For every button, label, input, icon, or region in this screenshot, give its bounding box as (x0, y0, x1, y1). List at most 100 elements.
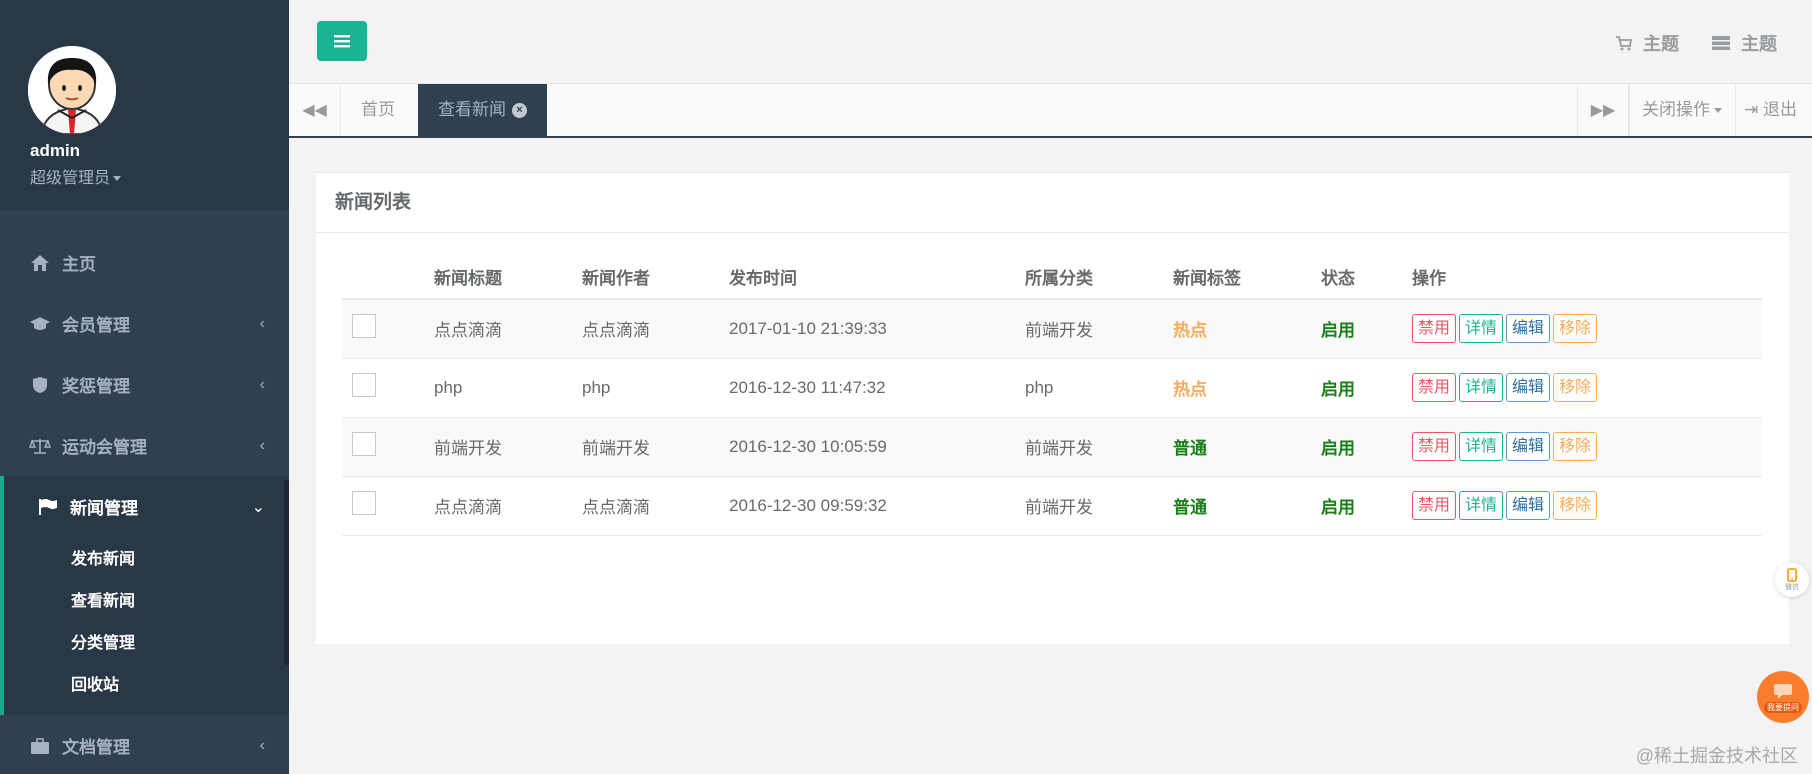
row-checkbox[interactable] (352, 373, 376, 397)
sidebar-item-rewards[interactable]: 奖惩管理 ‹ (0, 354, 289, 415)
sidebar-item-label: 主页 (62, 255, 96, 274)
cell-title: 前端开发 (434, 417, 582, 477)
sign-out-icon: ⇥ (1744, 100, 1759, 119)
mobile-float-button[interactable]: 微信 (1775, 563, 1809, 597)
sidebar-item-label: 新闻管理 (70, 499, 138, 518)
header-author[interactable]: 新闻作者 (582, 255, 729, 300)
detail-button[interactable]: 详情 (1459, 373, 1504, 402)
cell-status: 启用 (1321, 299, 1412, 359)
remove-button[interactable]: 移除 (1553, 432, 1598, 461)
row-checkbox[interactable] (352, 432, 376, 456)
ban-button[interactable]: 禁用 (1412, 373, 1457, 402)
cell-time: 2016-12-30 11:47:32 (729, 358, 1025, 418)
chevron-left-icon: ‹ (259, 314, 265, 332)
tab-view-news[interactable]: 查看新闻 × (418, 84, 547, 136)
table-row: 点点滴滴 点点滴滴 2016-12-30 09:59:32 前端开发 普通 启用… (342, 476, 1762, 536)
theme-link-list[interactable]: 主题 (1711, 30, 1777, 56)
sidebar-item-members[interactable]: 会员管理 ‹ (0, 293, 289, 354)
cell-category: 前端开发 (1025, 476, 1173, 536)
header-time[interactable]: 发布时间 (729, 255, 1025, 300)
avatar[interactable] (28, 46, 116, 134)
table-row: php php 2016-12-30 11:47:32 php 热点 启用 禁用… (342, 358, 1762, 418)
role-dropdown[interactable]: 超级管理员 (30, 164, 122, 188)
remove-button[interactable]: 移除 (1553, 314, 1598, 344)
sidebar: admin 超级管理员 主页 会员管理 ‹ 奖惩管理 ‹ 运动会管理 ‹ 新闻管… (0, 0, 289, 774)
header-actions: 操作 (1412, 255, 1762, 300)
header-tag[interactable]: 新闻标签 (1173, 255, 1321, 300)
table-row: 点点滴滴 点点滴滴 2017-01-10 21:39:33 前端开发 热点 启用… (342, 299, 1762, 359)
tab-scroll-left-button[interactable]: ◀◀ (289, 84, 341, 136)
tab-scroll-right-button[interactable]: ▶▶ (1577, 84, 1629, 136)
panel-title: 新闻列表 (316, 173, 1789, 233)
cell-tag: 热点 (1173, 358, 1321, 418)
shield-icon (28, 376, 52, 394)
chevron-left-icon: ‹ (259, 436, 265, 454)
ask-question-button[interactable]: 我要提问 (1757, 671, 1809, 723)
theme-link-cart[interactable]: 主题 (1615, 30, 1679, 56)
cell-title: php (434, 358, 582, 418)
cell-status: 启用 (1321, 476, 1412, 536)
chevron-left-icon: ‹ (259, 736, 265, 754)
sidebar-scrollbar[interactable] (284, 480, 289, 665)
tab-label: 查看新闻 (438, 100, 506, 119)
cell-actions: 禁用 详情 编辑 移除 (1412, 417, 1762, 477)
submenu-item-publish-news[interactable]: 发布新闻 (4, 539, 289, 581)
header-title[interactable]: 新闻标题 (434, 255, 582, 300)
header-category[interactable]: 所属分类 (1025, 255, 1173, 300)
cell-category: 前端开发 (1025, 299, 1173, 359)
row-checkbox[interactable] (352, 491, 376, 515)
cell-author: 点点滴滴 (582, 476, 729, 536)
header-status[interactable]: 状态 (1321, 255, 1412, 300)
detail-button[interactable]: 详情 (1459, 491, 1504, 520)
chevron-down-icon: ⌄ (251, 498, 265, 516)
submenu-item-category-management[interactable]: 分类管理 (4, 623, 289, 665)
ban-button[interactable]: 禁用 (1412, 432, 1457, 461)
sidebar-item-documents[interactable]: 文档管理 ‹ (0, 715, 289, 774)
sidebar-nav: 主页 会员管理 ‹ 奖惩管理 ‹ 运动会管理 ‹ 新闻管理 ⌄ 发布新闻 查看新… (0, 232, 289, 774)
sidebar-item-label: 会员管理 (62, 316, 130, 335)
cell-actions: 禁用 详情 编辑 移除 (1412, 358, 1762, 418)
submenu-item-recycle-bin[interactable]: 回收站 (4, 665, 289, 707)
ask-question-label: 我要提问 (1764, 701, 1802, 713)
cell-tag: 普通 (1173, 476, 1321, 536)
cell-actions: 禁用 详情 编辑 移除 (1412, 299, 1762, 359)
graduation-cap-icon (28, 315, 52, 333)
detail-button[interactable]: 详情 (1459, 432, 1504, 461)
detail-button[interactable]: 详情 (1459, 314, 1504, 344)
cell-category: php (1025, 358, 1173, 418)
chevron-left-icon: ‹ (259, 375, 265, 393)
tab-home[interactable]: 首页 (341, 84, 415, 136)
cell-title: 点点滴滴 (434, 476, 582, 536)
sidebar-item-home[interactable]: 主页 (0, 232, 289, 293)
edit-button[interactable]: 编辑 (1506, 373, 1551, 402)
close-tab-icon[interactable]: × (512, 103, 527, 119)
sidebar-item-news[interactable]: 新闻管理 ⌄ (0, 476, 289, 537)
remove-button[interactable]: 移除 (1553, 491, 1598, 520)
tab-bar: ◀◀ 首页 查看新闻 × ▶▶ 关闭操作 ⇥ 退出 (289, 84, 1812, 138)
logout-label: 退出 (1762, 100, 1797, 119)
flag-icon (36, 498, 60, 516)
remove-button[interactable]: 移除 (1553, 373, 1598, 402)
theme-label: 主题 (1643, 34, 1679, 54)
edit-button[interactable]: 编辑 (1506, 432, 1551, 461)
edit-button[interactable]: 编辑 (1506, 314, 1551, 344)
cell-status: 启用 (1321, 358, 1412, 418)
home-icon (28, 254, 52, 272)
cell-author: 点点滴滴 (582, 299, 729, 359)
edit-button[interactable]: 编辑 (1506, 491, 1551, 520)
news-table: 新闻标题 新闻作者 发布时间 所属分类 新闻标签 状态 操作 点点滴滴 点点滴滴… (342, 255, 1762, 536)
sidebar-item-sports[interactable]: 运动会管理 ‹ (0, 415, 289, 476)
row-checkbox[interactable] (352, 314, 376, 339)
mobile-phone-icon (1787, 568, 1797, 582)
cell-actions: 禁用 详情 编辑 移除 (1412, 476, 1762, 536)
logout-button[interactable]: ⇥ 退出 (1735, 84, 1805, 136)
submenu-item-view-news[interactable]: 查看新闻 (4, 581, 289, 623)
cell-time: 2016-12-30 10:05:59 (729, 417, 1025, 477)
menu-toggle-button[interactable] (317, 21, 367, 61)
header-select (342, 255, 434, 300)
mobile-float-label: 微信 (1785, 584, 1799, 591)
close-operations-dropdown[interactable]: 关闭操作 (1629, 84, 1734, 136)
ban-button[interactable]: 禁用 (1412, 491, 1457, 520)
table-header-row: 新闻标题 新闻作者 发布时间 所属分类 新闻标签 状态 操作 (342, 255, 1762, 300)
ban-button[interactable]: 禁用 (1412, 314, 1457, 344)
